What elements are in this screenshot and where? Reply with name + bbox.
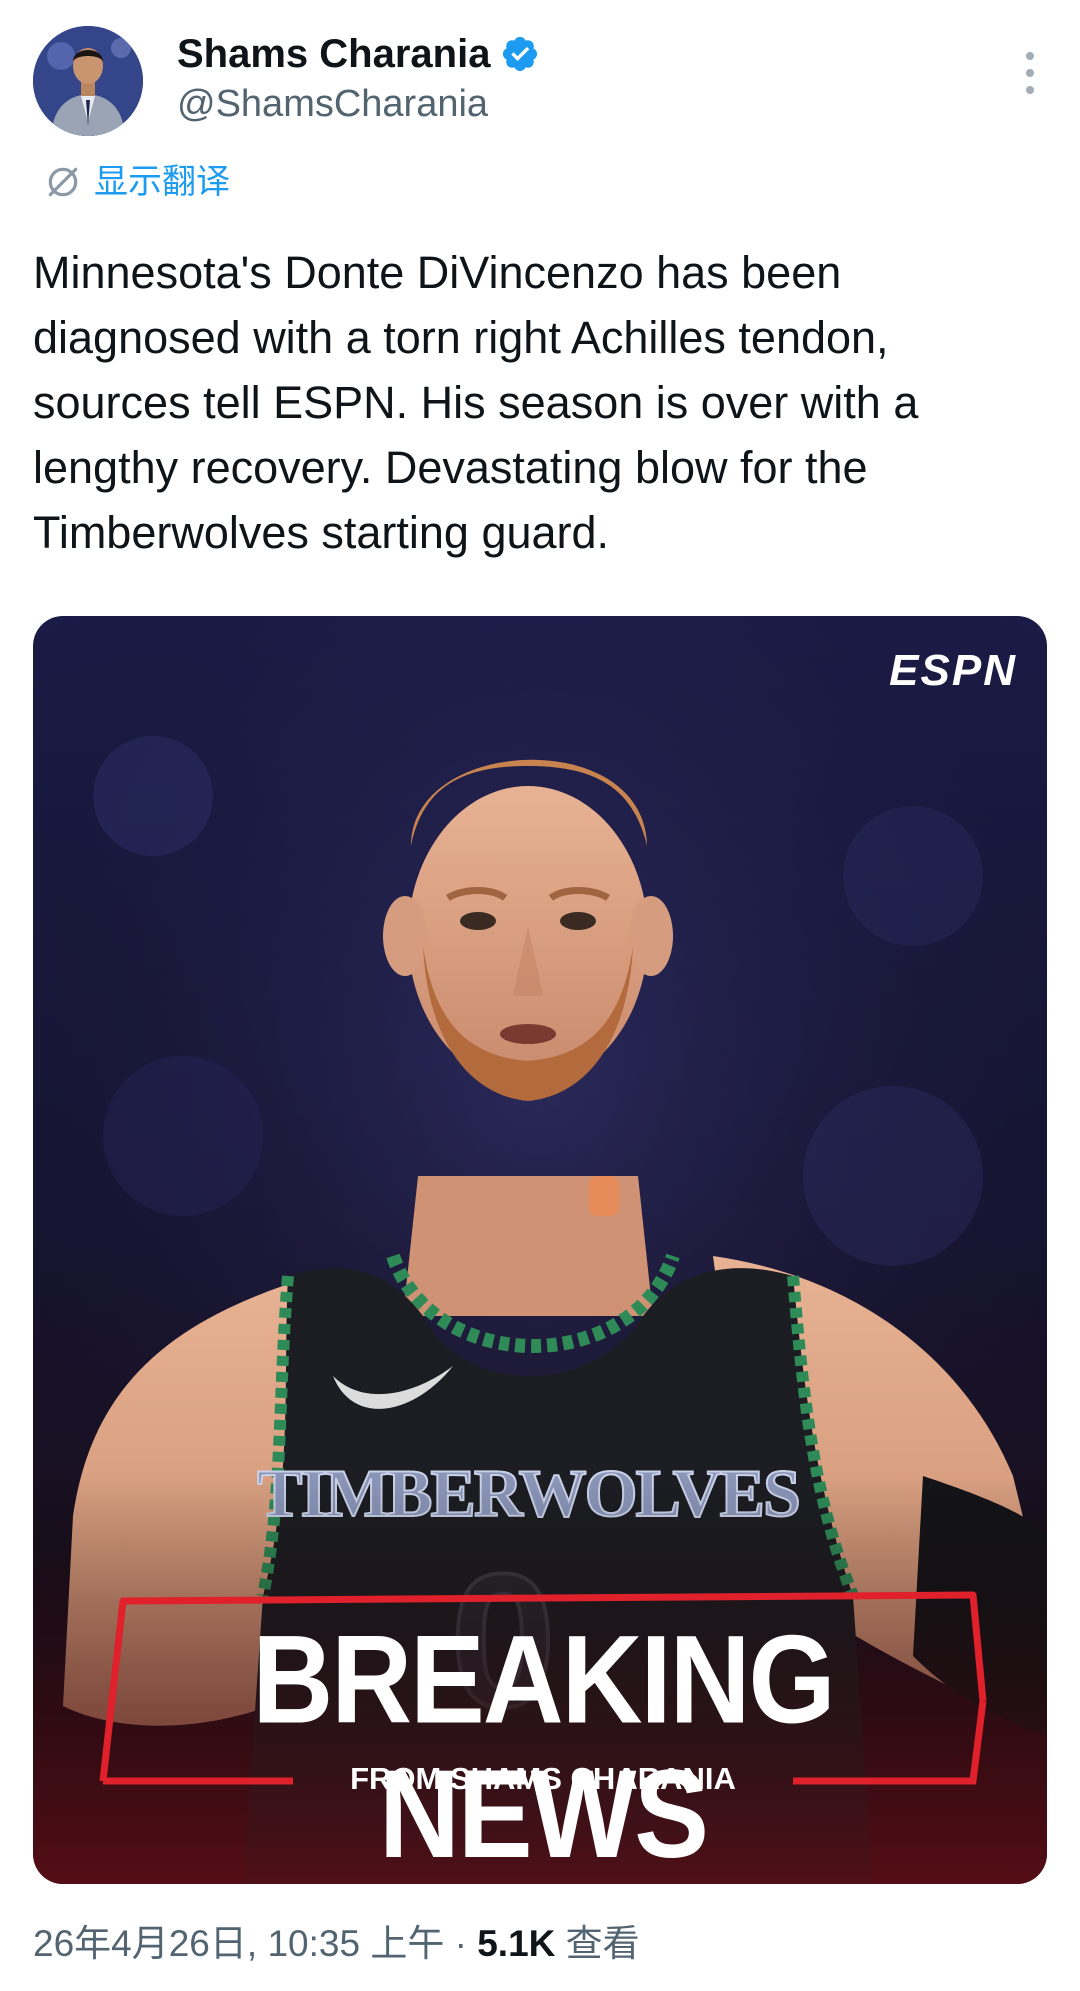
breaking-news-headline: BREAKING NEWS <box>252 1609 835 1884</box>
views-label: 查看 <box>565 1923 640 1964</box>
translate-globe-icon <box>48 167 78 197</box>
tweet-text: Minnesota's Donte DiVincenzo has been di… <box>33 247 919 558</box>
verified-badge-icon <box>503 36 538 72</box>
author-display-name[interactable]: Shams Charania <box>177 28 490 80</box>
more-options-button[interactable] <box>1012 48 1048 98</box>
meta-separator: · <box>454 1923 467 1964</box>
tweet-media-image[interactable]: TIMBERWOLVES 0 ESPN BREAKING NEWS F <box>33 616 1047 1884</box>
views-count[interactable]: 5.1K <box>477 1923 555 1964</box>
author-name-row[interactable]: Shams Charania <box>177 28 540 80</box>
show-translation-link[interactable]: 显示翻译 <box>44 160 230 204</box>
breaking-news-banner: BREAKING NEWS FROM SHAMS CHARANIA <box>93 1591 993 1881</box>
show-translation-label[interactable]: 显示翻译 <box>94 160 230 204</box>
tweet-meta: 26年4月26日, 10:35 上午 · 5.1K 查看 <box>33 1920 640 1968</box>
avatar-image <box>33 26 143 136</box>
breaking-news-byline: FROM SHAMS CHARANIA <box>350 1761 736 1796</box>
tweet-timestamp[interactable]: 26年4月26日, 10:35 上午 <box>33 1923 444 1964</box>
more-dot-icon <box>1026 69 1034 77</box>
espn-logo: ESPN <box>889 646 1017 695</box>
author-handle[interactable]: @ShamsCharania <box>177 80 488 128</box>
more-dot-icon <box>1026 52 1034 60</box>
author-avatar[interactable] <box>33 26 143 136</box>
more-dot-icon <box>1026 86 1034 94</box>
